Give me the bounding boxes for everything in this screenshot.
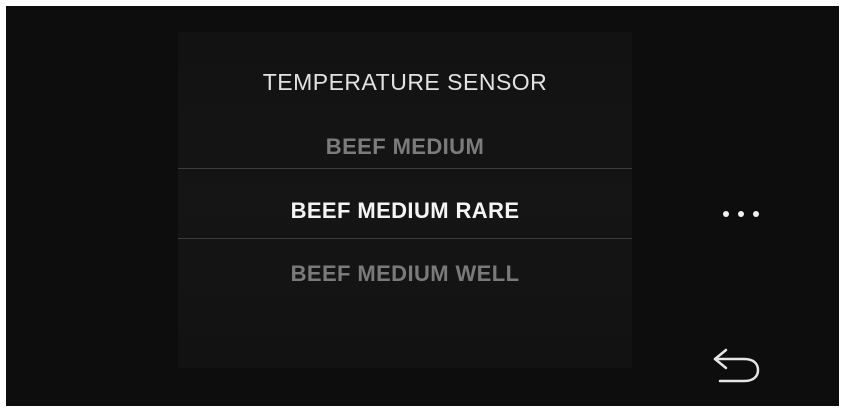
selection-divider-bottom: [178, 238, 632, 239]
more-dots-icon: [738, 211, 744, 217]
back-button[interactable]: [704, 344, 764, 384]
more-options-button[interactable]: [706, 196, 776, 232]
more-dots-icon: [753, 211, 759, 217]
option-beef-medium[interactable]: BEEF MEDIUM: [178, 134, 632, 160]
selection-divider-top: [178, 168, 632, 169]
option-beef-medium-rare[interactable]: BEEF MEDIUM RARE: [178, 198, 632, 224]
oven-display-screen: TEMPERATURE SENSOR BEEF MEDIUM BEEF MEDI…: [6, 6, 839, 406]
more-dots-icon: [723, 211, 729, 217]
back-arrow-icon: [713, 348, 760, 383]
menu-title: TEMPERATURE SENSOR: [262, 69, 548, 95]
temperature-sensor-menu: TEMPERATURE SENSOR BEEF MEDIUM BEEF MEDI…: [178, 32, 632, 368]
option-beef-medium-well[interactable]: BEEF MEDIUM WELL: [178, 261, 632, 287]
